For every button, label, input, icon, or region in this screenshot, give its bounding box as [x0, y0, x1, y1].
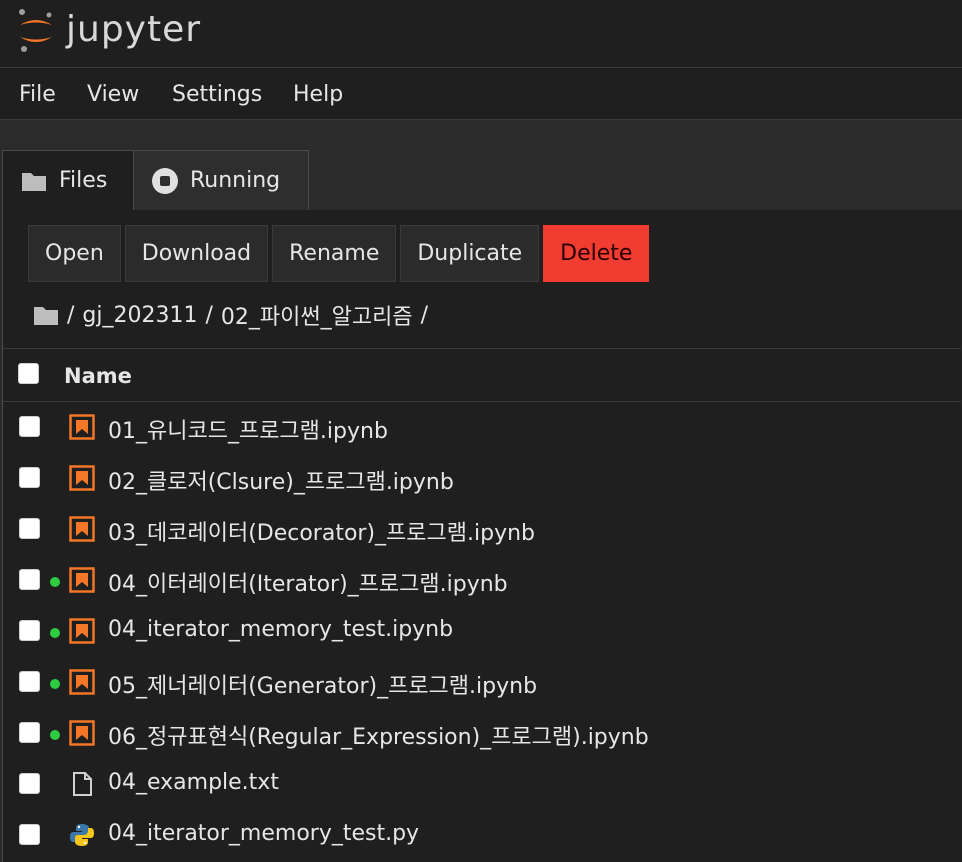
tab-files[interactable]: Files	[2, 150, 134, 210]
breadcrumb-separator: /	[420, 302, 429, 328]
file-row-checkbox[interactable]	[19, 569, 40, 590]
running-indicator-icon	[50, 730, 60, 740]
duplicate-button[interactable]: Duplicate	[400, 225, 540, 282]
file-row-checkbox[interactable]	[19, 722, 40, 743]
file-row[interactable]: 03_데코레이터(Decorator)_프로그램.ipynb	[3, 504, 961, 555]
tab-bar: Files Running	[0, 121, 962, 210]
breadcrumb-item-gj[interactable]: gj_202311	[82, 303, 197, 328]
file-name[interactable]: 05_제너레이터(Generator)_프로그램.ipynb	[108, 668, 537, 700]
running-indicator-icon	[50, 679, 60, 689]
tab-files-label: Files	[59, 168, 108, 193]
file-row-checkbox[interactable]	[19, 671, 40, 692]
notebook-icon	[69, 414, 95, 440]
file-row[interactable]: 01_유니코드_프로그램.ipynb	[3, 402, 961, 453]
tab-running-label: Running	[190, 168, 281, 193]
file-row-checkbox[interactable]	[19, 467, 40, 488]
running-indicator-icon	[50, 577, 60, 587]
delete-button[interactable]: Delete	[543, 225, 650, 282]
jupyter-logo[interactable]: jupyter	[16, 5, 201, 55]
running-indicator-icon	[50, 628, 60, 638]
file-name[interactable]: 04_이터레이터(Iterator)_프로그램.ipynb	[108, 566, 508, 598]
name-column-header[interactable]: Name	[64, 364, 132, 388]
file-name[interactable]: 02_클로저(Clsure)_프로그램.ipynb	[108, 464, 454, 496]
select-all-checkbox[interactable]	[18, 363, 39, 384]
file-row-checkbox[interactable]	[19, 824, 40, 845]
file-row[interactable]: 02_클로저(Clsure)_프로그램.ipynb	[3, 453, 961, 504]
download-button[interactable]: Download	[124, 225, 269, 282]
tab-running[interactable]: Running	[133, 150, 309, 210]
file-row[interactable]: 04_example.txt	[3, 759, 961, 810]
menu-bar: File View Settings Help	[0, 67, 962, 120]
breadcrumb-root[interactable]: /	[67, 303, 74, 328]
file-name[interactable]: 03_데코레이터(Decorator)_프로그램.ipynb	[108, 515, 535, 547]
file-row-checkbox[interactable]	[19, 620, 40, 641]
folder-home-icon[interactable]	[33, 304, 59, 326]
text-file-icon	[69, 771, 95, 797]
open-button[interactable]: Open	[28, 225, 121, 282]
top-bar: jupyter	[0, 0, 962, 67]
menu-view[interactable]: View	[87, 82, 139, 107]
notebook-icon	[69, 669, 95, 695]
breadcrumb-separator: /	[205, 302, 213, 328]
file-row[interactable]: 05_제너레이터(Generator)_프로그램.ipynb	[3, 657, 961, 708]
menu-help[interactable]: Help	[293, 82, 343, 107]
file-row[interactable]: 06_정규표현식(Regular_Expression)_프로그램).ipynb	[3, 708, 961, 759]
file-list-header: Name	[3, 348, 961, 402]
python-file-icon	[69, 822, 95, 848]
jupyter-logo-text: jupyter	[66, 9, 202, 50]
rename-button[interactable]: Rename	[272, 225, 397, 282]
stop-circle-icon	[152, 167, 178, 194]
menu-settings[interactable]: Settings	[172, 82, 262, 107]
file-name[interactable]: 04_iterator_memory_test.py	[108, 821, 419, 846]
file-row-checkbox[interactable]	[19, 416, 40, 437]
notebook-icon	[69, 465, 95, 491]
file-row[interactable]: 04_이터레이터(Iterator)_프로그램.ipynb	[3, 555, 961, 606]
notebook-icon	[69, 516, 95, 542]
file-list: 01_유니코드_프로그램.ipynb 02_클로저(Clsure)_프로그램.ip…	[3, 402, 961, 861]
notebook-icon	[69, 618, 95, 644]
breadcrumb: / gj_202311 / 02_파이썬_알고리즘 /	[33, 300, 436, 330]
file-name[interactable]: 06_정규표현식(Regular_Expression)_프로그램).ipynb	[108, 719, 649, 751]
file-row-checkbox[interactable]	[19, 518, 40, 539]
file-name[interactable]: 01_유니코드_프로그램.ipynb	[108, 413, 388, 445]
menu-file[interactable]: File	[19, 82, 56, 107]
notebook-icon	[69, 567, 95, 593]
file-name[interactable]: 04_iterator_memory_test.ipynb	[108, 617, 453, 642]
file-browser-panel: Open Download Rename Duplicate Delete / …	[2, 210, 962, 862]
jupyter-logo-icon	[19, 9, 52, 52]
notebook-icon	[69, 720, 95, 746]
file-row[interactable]: 04_iterator_memory_test.ipynb	[3, 606, 961, 657]
folder-icon	[21, 170, 47, 192]
file-toolbar: Open Download Rename Duplicate Delete	[28, 225, 653, 282]
file-name[interactable]: 04_example.txt	[108, 770, 279, 795]
file-row[interactable]: 04_iterator_memory_test.py	[3, 810, 961, 861]
file-row-checkbox[interactable]	[19, 773, 40, 794]
breadcrumb-item-algorithm[interactable]: 02_파이썬_알고리즘	[221, 299, 413, 331]
